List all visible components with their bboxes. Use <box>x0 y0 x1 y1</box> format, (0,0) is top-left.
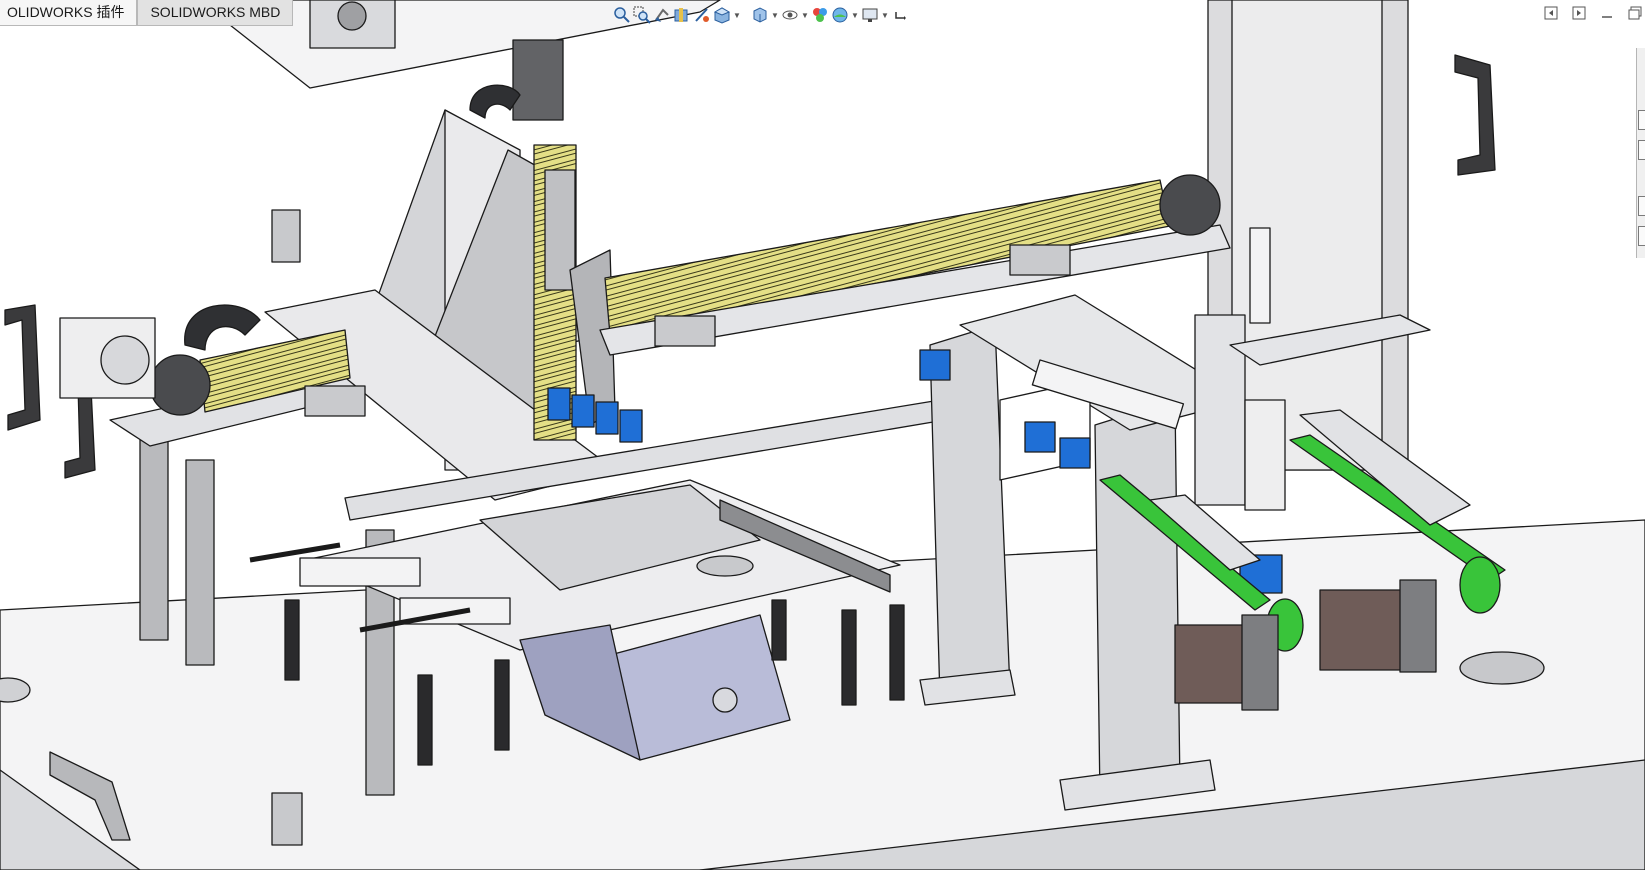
cylinder-body <box>299 557 421 587</box>
right-cylinder <box>1249 227 1271 324</box>
display-style-dropdown-icon[interactable]: ▼ <box>770 11 780 20</box>
graphics-area[interactable] <box>0 0 1645 870</box>
x-end-bracket-left <box>149 354 211 416</box>
section-view-icon[interactable] <box>672 4 692 26</box>
heads-up-view-toolbar: ▼ ▼ ▼ ▼ ▼ <box>612 2 910 28</box>
apply-scene-dropdown-icon[interactable]: ▼ <box>850 11 860 20</box>
maximize-icon[interactable] <box>1625 2 1645 24</box>
z-motor <box>512 39 564 121</box>
display-style-icon[interactable] <box>750 4 770 26</box>
hinge-lower <box>271 792 303 846</box>
belt-pulley-upper <box>1459 556 1501 614</box>
x-carriage-rear <box>1009 244 1071 276</box>
hide-show-dropdown-icon[interactable]: ▼ <box>800 11 810 20</box>
door-handle-right <box>1454 54 1496 176</box>
view-orientation-icon[interactable] <box>712 4 732 26</box>
restore-right-icon[interactable] <box>1569 2 1589 24</box>
support-leg-2 <box>185 459 215 666</box>
x-motor-shaft <box>100 335 150 385</box>
hinge-upper <box>271 209 301 263</box>
x-end-bracket-right <box>1159 174 1221 236</box>
previous-view-icon[interactable] <box>652 4 672 26</box>
right-guide <box>1244 399 1286 511</box>
rotate-icon[interactable] <box>890 4 910 26</box>
minimize-icon[interactable] <box>1597 2 1617 24</box>
portal-left-leg <box>929 324 1011 701</box>
tab-solidworks-addins[interactable]: OLIDWORKS 插件 <box>0 0 138 26</box>
task-pane-tab-library[interactable] <box>1638 140 1645 160</box>
conveyor-motor-1-flange <box>1241 614 1279 711</box>
view-settings-dropdown-icon[interactable]: ▼ <box>880 11 890 20</box>
tab-solidworks-mbd[interactable]: SOLIDWORKS MBD <box>137 0 294 26</box>
task-pane-tab-appearances[interactable] <box>1638 226 1645 246</box>
view-orientation-dropdown-icon[interactable]: ▼ <box>732 11 742 20</box>
apply-scene-icon[interactable] <box>830 4 850 26</box>
view-settings-icon[interactable] <box>860 4 880 26</box>
x-carriage-front <box>304 385 366 417</box>
drive-box-knob <box>712 687 738 713</box>
task-pane-tab-resources[interactable] <box>1638 110 1645 130</box>
handle-left <box>4 304 41 431</box>
restore-left-icon[interactable] <box>1541 2 1561 24</box>
conveyor-motor-2-flange <box>1399 579 1437 673</box>
task-pane-tab-explorer[interactable] <box>1638 196 1645 216</box>
window-controls <box>1541 2 1645 24</box>
table-hole-right <box>1459 651 1545 685</box>
conveyor-motor-2 <box>1319 589 1411 671</box>
task-pane-edge <box>1636 48 1645 258</box>
rotary-flange <box>696 555 754 577</box>
dynamic-annotation-icon[interactable] <box>692 4 712 26</box>
hide-show-items-icon[interactable] <box>780 4 800 26</box>
cable-chain <box>184 304 261 351</box>
zoom-to-area-icon[interactable] <box>632 4 652 26</box>
x-carriage-mid <box>654 315 716 347</box>
edit-appearance-icon[interactable] <box>810 4 830 26</box>
zoom-to-fit-icon[interactable] <box>612 4 632 26</box>
pillow-block-bore <box>337 1 367 31</box>
support-leg-1 <box>139 439 169 641</box>
command-manager-tabs: OLIDWORKS 插件 SOLIDWORKS MBD <box>0 0 294 26</box>
assembly-model[interactable] <box>0 0 1645 870</box>
portal-right-leg <box>1094 399 1181 801</box>
